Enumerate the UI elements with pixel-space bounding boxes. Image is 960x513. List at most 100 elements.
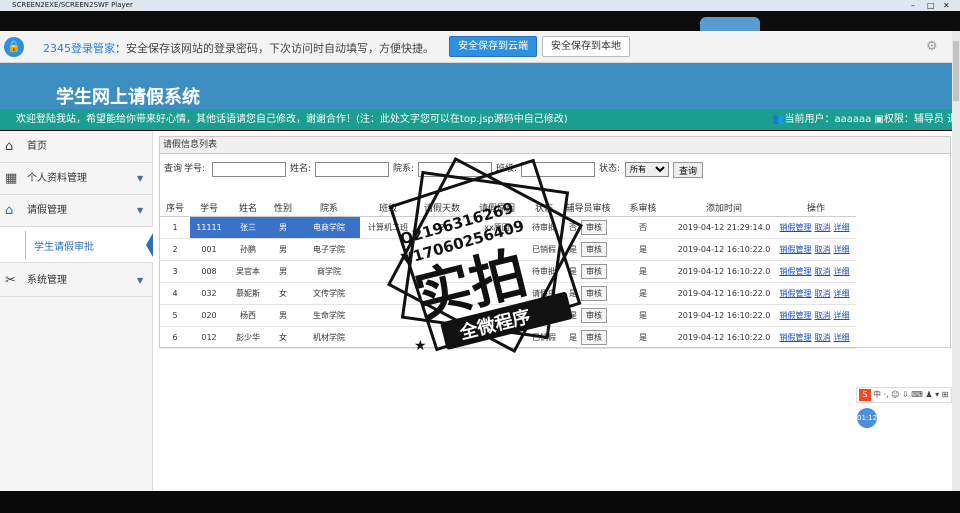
column-header: 姓名 xyxy=(228,200,268,217)
password-manager-brand: 2345登录管家 xyxy=(43,42,115,55)
ime-logo-icon: S xyxy=(859,389,871,401)
cancel-leave-link[interactable]: 销假管理 xyxy=(780,311,812,320)
cell-time: 2019-04-12 16:10:22.0 xyxy=(672,282,776,305)
gear-icon[interactable]: ⚙ xyxy=(926,39,938,54)
cancel-leave-link[interactable]: 销假管理 xyxy=(780,289,812,298)
cancel-link[interactable]: 取消 xyxy=(815,267,831,276)
sidebar-subitem-label: 学生请假审批 xyxy=(34,242,94,253)
cell-gender: 男 xyxy=(268,238,298,261)
cell-seq: 1 xyxy=(160,216,190,239)
welcome-text: 欢迎登陆我站，希望能给你带来好心情，其他话语请您自己修改，谢谢合作！(注：此处文… xyxy=(16,114,568,125)
name-input[interactable] xyxy=(315,162,389,177)
cancel-leave-link[interactable]: 销假管理 xyxy=(780,223,812,232)
cancel-link[interactable]: 取消 xyxy=(815,245,831,254)
sidebar-item-home[interactable]: ⌂ 首页 xyxy=(0,131,153,163)
active-indicator xyxy=(146,233,153,257)
current-user: aaaaaa xyxy=(834,114,872,125)
student-no-input[interactable] xyxy=(212,162,286,177)
welcome-bar: 欢迎登陆我站，希望能给你带来好心情，其他话语请您自己修改，谢谢合作！(注：此处文… xyxy=(0,109,952,130)
column-header: 操作 xyxy=(776,200,856,217)
cell-no: 032 xyxy=(190,282,228,305)
cell-sys: 是 xyxy=(614,260,672,283)
home-icon: ⌂ xyxy=(5,139,14,154)
query-button[interactable]: 查询 xyxy=(673,162,703,178)
player-titlebar: SCREEN2EXE/SCREEN2SWF Player – □ ✕ xyxy=(0,0,960,11)
browser-tab[interactable] xyxy=(700,17,760,31)
column-header: 系审核 xyxy=(614,200,672,217)
star-icon: ★ xyxy=(414,338,427,354)
minimize-icon[interactable]: – xyxy=(911,0,915,11)
cell-name: 孙鹏 xyxy=(228,238,268,261)
star-icon: ★ xyxy=(558,300,571,316)
sidebar-item-profile[interactable]: ▦ 个人资料管理 ▼ xyxy=(0,163,153,195)
status-label: 状态: xyxy=(599,164,621,174)
sidebar-item-label: 系统管理 xyxy=(27,275,67,286)
user-icon: 👥 xyxy=(772,114,785,125)
lock-icon: 🔒 xyxy=(4,37,24,57)
page-scrollbar[interactable] xyxy=(952,31,960,491)
cancel-link[interactable]: 取消 xyxy=(815,223,831,232)
cell-dept: 商学院 xyxy=(298,260,360,283)
maximize-icon[interactable]: □ xyxy=(927,0,935,11)
logout-link[interactable]: 退 xyxy=(947,114,952,125)
save-cloud-button[interactable]: 安全保存到云端 xyxy=(449,36,537,57)
home-icon: ⌂ xyxy=(5,203,14,218)
save-local-button[interactable]: 安全保存到本地 xyxy=(542,36,630,57)
column-header: 添加时间 xyxy=(672,200,776,217)
cell-time: 2019-04-12 16:10:22.0 xyxy=(672,326,776,349)
cancel-link[interactable]: 取消 xyxy=(815,311,831,320)
cell-name: 慕妮斯 xyxy=(228,282,268,305)
role-label: 权限： xyxy=(883,114,914,125)
cancel-leave-link[interactable]: 销假管理 xyxy=(780,267,812,276)
column-header: 院系 xyxy=(298,200,360,217)
column-header: 序号 xyxy=(160,200,190,217)
detail-link[interactable]: 详细 xyxy=(834,245,850,254)
sidebar-item-label: 个人资料管理 xyxy=(27,173,87,184)
ime-toolbar[interactable]: S中 ·, ☺ ⇩ ⌨ ♟ ▾ ⊞ xyxy=(856,387,952,403)
cell-name: 杨西 xyxy=(228,304,268,327)
cell-seq: 2 xyxy=(160,238,190,261)
chevron-down-icon: ▼ xyxy=(137,174,144,183)
ime-status: 中 ·, ☺ ⇩ ⌨ ♟ ▾ ⊞ xyxy=(873,390,949,399)
password-manager-message: ：安全保存该网站的登录密码，下次访问时自动填写，方便快捷。 xyxy=(115,42,434,55)
detail-link[interactable]: 详细 xyxy=(834,333,850,342)
query-label: 查询 xyxy=(164,164,183,174)
cell-actions: 销假管理 取消 详细 xyxy=(776,304,856,327)
detail-link[interactable]: 详细 xyxy=(834,223,850,232)
cell-actions: 销假管理 取消 详细 xyxy=(776,282,856,305)
cell-no: 001 xyxy=(190,238,228,261)
cell-gender: 女 xyxy=(268,282,298,305)
cell-time: 2019-04-12 16:10:22.0 xyxy=(672,260,776,283)
column-header: 性别 xyxy=(268,200,298,217)
cell-sys: 是 xyxy=(614,238,672,261)
cell-seq: 6 xyxy=(160,326,190,349)
scrollbar-thumb[interactable] xyxy=(953,41,959,101)
cancel-link[interactable]: 取消 xyxy=(815,333,831,342)
cancel-leave-link[interactable]: 销假管理 xyxy=(780,245,812,254)
student-no-label: 学号: xyxy=(184,164,206,174)
detail-link[interactable]: 详细 xyxy=(834,267,850,276)
status-select[interactable]: 所有 xyxy=(625,162,669,177)
password-manager-bar: 🔒 2345登录管家：安全保存该网站的登录密码，下次访问时自动填写，方便快捷。 … xyxy=(0,31,952,63)
sidebar-item-system[interactable]: ✂ 系统管理 ▼ xyxy=(0,265,153,297)
detail-link[interactable]: 详细 xyxy=(834,311,850,320)
cancel-link[interactable]: 取消 xyxy=(815,289,831,298)
cell-actions: 销假管理 取消 详细 xyxy=(776,260,856,283)
cell-no: 020 xyxy=(190,304,228,327)
clock-bubble[interactable]: 01:12 xyxy=(857,408,877,428)
cancel-leave-link[interactable]: 销假管理 xyxy=(780,333,812,342)
close-icon[interactable]: ✕ xyxy=(943,0,950,11)
browser-top-area xyxy=(0,11,960,31)
sidebar-subitem-approval[interactable]: 学生请假审批 xyxy=(0,227,153,263)
cell-seq: 5 xyxy=(160,304,190,327)
sidebar-item-leave[interactable]: ⌂ 请假管理 ▼ xyxy=(0,195,153,227)
grid-icon: ▦ xyxy=(5,171,18,186)
screen-window: SCREEN2EXE/SCREEN2SWF Player – □ ✕ 🔒 234… xyxy=(0,0,960,513)
cell-actions: 销假管理 取消 详细 xyxy=(776,238,856,261)
column-header: 学号 xyxy=(190,200,228,217)
detail-link[interactable]: 详细 xyxy=(834,289,850,298)
cell-dept: 生命学院 xyxy=(298,304,360,327)
tree-line xyxy=(25,231,26,259)
cell-actions: 销假管理 取消 详细 xyxy=(776,216,856,239)
name-label: 姓名: xyxy=(290,164,312,174)
